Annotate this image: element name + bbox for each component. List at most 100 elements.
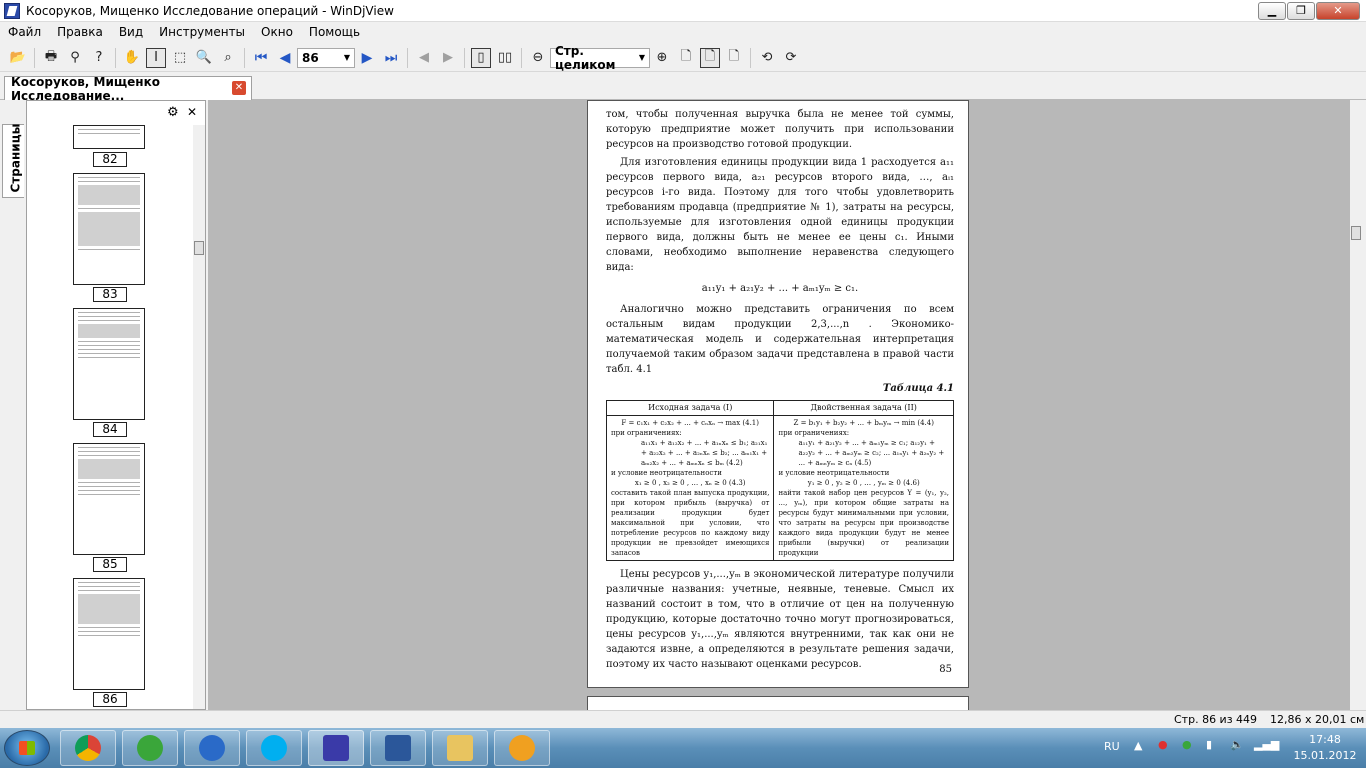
table-caption: Таблица 4.1	[882, 383, 954, 394]
find-binoculars-icon[interactable]: ⚲	[65, 48, 85, 68]
word-taskbar-icon[interactable]	[370, 730, 426, 766]
clock[interactable]: 17:48 15.01.2012	[1290, 732, 1360, 764]
two-page-layout-icon[interactable]: ▯▯	[495, 48, 515, 68]
help-question-icon[interactable]: ?	[89, 48, 109, 68]
scrollbar-thumb[interactable]	[194, 241, 204, 255]
window-controls: ▁ ❐ ✕	[1257, 2, 1360, 20]
network-icon[interactable]: ▂▄▆	[1254, 738, 1279, 751]
nonnegativity-formula: x₁ ≥ 0 , x₂ ≥ 0 , … , xₙ ≥ 0 (4.3)	[634, 479, 746, 487]
table-cell: F = c₁x₁ + c₂x₂ + ... + cₙxₙ → max (4.1)…	[605, 415, 775, 561]
clock-date: 15.01.2012	[1293, 749, 1357, 762]
close-button[interactable]: ✕	[1316, 2, 1360, 20]
objective-formula: F = c₁x₁ + c₂x₂ + ... + cₙxₙ → max (4.1)	[621, 419, 759, 427]
hand-tool-icon[interactable]: ✋	[122, 48, 142, 68]
zoom-tool-icon[interactable]: 🔍	[194, 48, 214, 68]
menu-window[interactable]: Окно	[253, 25, 301, 39]
zoom-value: Стр. целиком	[555, 43, 616, 72]
menu-file[interactable]: Файл	[0, 25, 49, 39]
window-title: Косоруков, Мищенко Исследование операций…	[26, 3, 394, 18]
separator	[34, 47, 35, 68]
start-button[interactable]	[4, 730, 50, 766]
table-cell: Z = b₁y₁ + b₂y₂ + ... + bₘyₘ → min (4.4)…	[773, 415, 954, 561]
thumbnail-page[interactable]	[73, 173, 145, 285]
single-page-layout-icon[interactable]: ▯	[471, 47, 491, 68]
thumbnail-page[interactable]	[73, 578, 145, 690]
menu-tools[interactable]: Инструменты	[151, 25, 253, 39]
previous-page-icon[interactable]: ◀	[275, 48, 295, 68]
document-viewer[interactable]: том, чтобы полученная выручка была не ме…	[208, 100, 1350, 716]
color-mode-icon[interactable]: 🗋	[676, 48, 696, 68]
close-pane-icon[interactable]: ✕	[187, 105, 197, 119]
close-tab-icon[interactable]: ✕	[232, 81, 246, 95]
utorrent-taskbar-icon[interactable]	[122, 730, 178, 766]
open-folder-icon[interactable]: 📂	[8, 48, 28, 68]
chrome-taskbar-icon[interactable]	[60, 730, 116, 766]
foreground-mode-icon[interactable]: 🗋	[724, 48, 744, 68]
document-tab-bar: Косоруков, Мищенко Исследование... ✕	[0, 74, 1366, 103]
windjview-app-icon[interactable]	[4, 2, 20, 19]
device-tray-icon[interactable]: ▮	[1206, 738, 1212, 751]
explorer-taskbar-icon[interactable]	[432, 730, 488, 766]
magnifier-tool-icon[interactable]: ⌕	[218, 48, 238, 68]
thumbnail-page[interactable]	[73, 443, 145, 555]
table-header: Исходная задача (I)	[605, 400, 775, 416]
page-number-combo[interactable]: 86 ▼	[297, 47, 355, 68]
last-page-icon[interactable]: ⏭	[381, 48, 401, 68]
forward-icon[interactable]: ▶	[438, 48, 458, 68]
paragraph: Для изготовления единицы продукции вида …	[606, 157, 954, 273]
menu-help[interactable]: Помощь	[301, 25, 368, 39]
show-hidden-icons-icon[interactable]: ▲	[1134, 739, 1142, 752]
viewer-scrollbar[interactable]	[1350, 100, 1362, 710]
gear-icon[interactable]: ⚙	[167, 105, 179, 120]
zoom-combo[interactable]: Стр. целиком ▼	[550, 44, 650, 72]
rotate-left-icon[interactable]: ⟲	[757, 48, 777, 68]
paragraph: том, чтобы полученная выручка была не ме…	[606, 109, 954, 150]
select-rect-tool-icon[interactable]: ⬚	[170, 48, 190, 68]
itunes-taskbar-icon[interactable]	[184, 730, 240, 766]
thumbnail-label: 82	[93, 152, 127, 167]
toolbar: 📂 🖶 ⚲ ? ✋ I ⬚ 🔍 ⌕ ⏮ ◀ 86 ▼ ▶ ⏭ ◀ ▶ ▯ ▯▯ …	[0, 44, 1366, 72]
page-number-value: 86	[302, 50, 319, 65]
back-icon[interactable]: ◀	[414, 48, 434, 68]
chevron-down-icon: ▼	[343, 53, 350, 62]
constraints-label: при ограничениях:	[611, 429, 682, 437]
paragraph: Аналогично можно представить ограничения…	[606, 304, 954, 375]
separator	[407, 47, 408, 68]
volume-icon[interactable]: 🔈	[1230, 738, 1244, 751]
separator	[115, 47, 116, 68]
document-tab[interactable]: Косоруков, Мищенко Исследование... ✕	[4, 75, 252, 103]
page-number: 85	[939, 664, 952, 675]
first-page-icon[interactable]: ⏮	[251, 48, 271, 68]
menu-view[interactable]: Вид	[111, 25, 151, 39]
antivirus-tray-icon[interactable]: ●	[1158, 738, 1168, 751]
black-white-mode-icon[interactable]: 🗋	[700, 47, 720, 68]
zoom-in-icon[interactable]: ⊕	[652, 48, 672, 68]
separator	[521, 47, 522, 68]
thumbnail-list: 82 83 84 85 86	[31, 125, 185, 709]
rotate-right-icon[interactable]: ⟳	[781, 48, 801, 68]
clock-time: 17:48	[1309, 733, 1341, 746]
restore-button[interactable]: ❐	[1287, 2, 1315, 20]
utorrent-tray-icon[interactable]: ●	[1182, 738, 1192, 751]
print-icon[interactable]: 🖶	[41, 48, 61, 68]
menu-bar: Файл Правка Вид Инструменты Окно Помощь	[0, 22, 1366, 42]
windjview-taskbar-icon[interactable]	[308, 730, 364, 766]
zoom-out-icon[interactable]: ⊖	[528, 48, 548, 68]
sidebar-tab-pages[interactable]: Страницы	[2, 124, 24, 198]
constraints-system: a₁₁x₁ + a₁₂x₂ + ... + a₁ₙxₙ ≤ b₁; a₂₁x₁ …	[641, 439, 768, 467]
minimize-button[interactable]: ▁	[1258, 2, 1286, 20]
thumbnail-scrollbar[interactable]	[193, 125, 205, 709]
language-indicator[interactable]: RU	[1104, 740, 1120, 753]
document-page: том, чтобы полученная выручка была не ме…	[587, 100, 969, 688]
next-page-icon[interactable]: ▶	[357, 48, 377, 68]
thumbnails-pane: ⚙ ✕ 82 83 84 85 86	[26, 100, 206, 710]
scrollbar-thumb[interactable]	[1351, 226, 1361, 240]
skype-taskbar-icon[interactable]	[246, 730, 302, 766]
thumbnail-label: 83	[93, 287, 127, 302]
thumbnail-page[interactable]	[73, 125, 145, 149]
link-app-taskbar-icon[interactable]	[494, 730, 550, 766]
menu-edit[interactable]: Правка	[49, 25, 111, 39]
thumbnail-page[interactable]	[73, 308, 145, 420]
select-text-tool-icon[interactable]: I	[146, 47, 166, 68]
constraints-system: a₁₁y₁ + a₂₁y₂ + ... + aₘ₁yₘ ≥ c₁; a₁₂y₁ …	[798, 439, 945, 467]
